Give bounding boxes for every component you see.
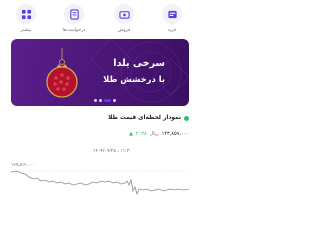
promo-banner[interactable]: سرخی یلدا با درخشش طلا [11,39,189,106]
price-series-line [11,170,189,196]
carousel-dots [94,99,116,102]
quick-action-buy-label: خرید [167,28,177,33]
grid-icon [16,4,36,24]
quick-action-buy[interactable]: خرید [152,4,192,33]
requests-icon [64,4,84,24]
gold-price-chart-card: نمودار لحظه‌ای قیمت طلا ۱۴۳,۸۵۹,۰۰۰ ریال… [11,113,189,200]
quick-action-requests-label: درخواست‌ها [62,28,86,33]
y-axis-top-label: ۱۳۹,۵۱۲,۰۰۰ [11,163,36,168]
price-line: ۱۴۳,۸۵۹,۰۰۰ ریال ۲۰۳۸ ▲ [129,130,189,138]
quick-action-sell[interactable]: فروش [104,4,144,33]
price-change: ۲۰۳۸ [135,131,147,137]
buy-icon [162,4,182,24]
carousel-dot[interactable] [99,99,102,102]
price-unit: ریال [149,131,159,137]
current-price: ۱۴۳,۸۵۹,۰۰۰ [161,131,189,137]
price-line-chart [11,170,189,196]
carousel-dot-active[interactable] [104,99,111,102]
banner-title-line1: سرخی یلدا [113,58,165,69]
price-timestamp: ۱۴۰۴/۰۹/۲۵ ، ۱۱:۳۰ [93,149,132,154]
chart-title: نمودار لحظه‌ای قیمت طلا [108,115,181,121]
arrow-up-icon: ▲ [129,131,133,137]
banner-pattern [90,39,189,103]
quick-action-more-label: بیشتر [20,28,32,33]
carousel-dot[interactable] [113,99,116,102]
quick-action-requests[interactable]: درخواست‌ها [54,4,94,33]
quick-action-more[interactable]: بیشتر [6,4,46,33]
banner-title-line2: با درخشش طلا [103,74,165,84]
sell-icon [114,4,134,24]
chart-header: نمودار لحظه‌ای قیمت طلا [108,113,189,123]
live-indicator-icon [184,115,189,121]
quick-actions-row: بیشتر درخواست‌ها فروش خرید [0,0,200,38]
carousel-dot[interactable] [94,99,97,102]
pomegranate-pendant-icon [46,48,78,98]
quick-action-sell-label: فروش [117,28,131,33]
